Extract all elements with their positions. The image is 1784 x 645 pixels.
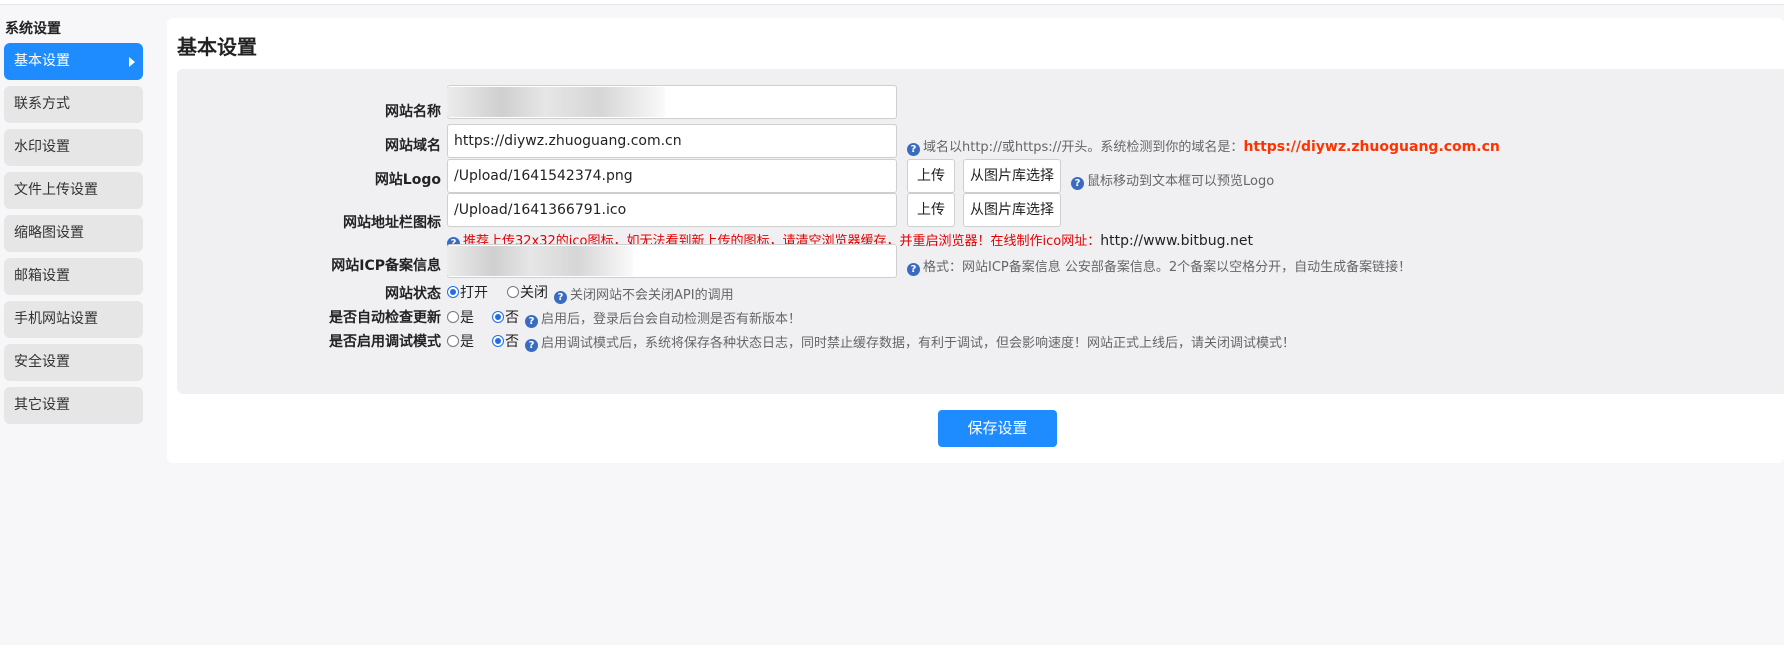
favicon-label: 网站地址栏图标: [343, 215, 441, 231]
sidebar-item-label: 缩略图设置: [14, 225, 84, 241]
page-title: 基本设置: [177, 35, 257, 59]
sidebar-item-label: 手机网站设置: [14, 311, 98, 327]
icp-label: 网站ICP备案信息: [331, 258, 441, 274]
help-icon: ?: [554, 291, 567, 304]
favicon-upload-button[interactable]: 上传: [907, 193, 955, 227]
site-logo-label: 网站Logo: [374, 172, 441, 188]
auto-update-label: 是否自动检查更新: [329, 310, 441, 326]
site-logo-hint: ? 鼠标移动到文本框可以预览Logo: [1071, 170, 1274, 190]
sidebar-item-label: 安全设置: [14, 354, 70, 370]
help-icon: ?: [1071, 177, 1084, 190]
site-logo-input[interactable]: [447, 159, 897, 193]
sidebar-item-watermark[interactable]: 水印设置: [4, 129, 143, 166]
logo-upload-button[interactable]: 上传: [907, 159, 955, 193]
sidebar-item-label: 水印设置: [14, 139, 70, 155]
status-closed-radio[interactable]: 关闭: [507, 282, 548, 302]
debug-mode-label: 是否启用调试模式: [329, 334, 441, 350]
radio-checked-icon: [492, 311, 504, 323]
site-domain-label: 网站域名: [385, 138, 441, 154]
main-panel: 基本设置 网站名称 网站域名 ?域名以http://或https://开头。系统…: [167, 18, 1784, 463]
settings-form: 网站名称 网站域名 ?域名以http://或https://开头。系统检测到你的…: [177, 69, 1784, 394]
help-icon: ?: [907, 143, 920, 156]
sidebar-item-label: 文件上传设置: [14, 182, 98, 198]
redacted-value: [447, 246, 633, 276]
detected-domain: https://diywz.zhuoguang.com.cn: [1243, 139, 1500, 155]
sidebar-item-security[interactable]: 安全设置: [4, 344, 143, 381]
site-domain-hint: ? 域名以http://或https://开头。系统检测到你的域名是：https:…: [907, 136, 1500, 156]
sidebar-item-basic[interactable]: 基本设置: [4, 43, 143, 80]
radio-unchecked-icon: [447, 311, 459, 323]
help-icon: ?: [907, 263, 920, 276]
help-icon: ?: [525, 339, 538, 352]
ico-maker-link[interactable]: http://www.bitbug.net: [1100, 233, 1253, 249]
sidebar-item-other[interactable]: 其它设置: [4, 387, 143, 424]
radio-checked-icon: [447, 286, 459, 298]
top-bar: [0, 0, 1784, 5]
logo-gallery-button[interactable]: 从图片库选择: [963, 159, 1061, 193]
site-name-label: 网站名称: [385, 104, 441, 120]
sidebar-item-email[interactable]: 邮箱设置: [4, 258, 143, 295]
radio-unchecked-icon: [447, 335, 459, 347]
sidebar-item-label: 其它设置: [14, 397, 70, 413]
sidebar-item-contact[interactable]: 联系方式: [4, 86, 143, 123]
save-settings-button[interactable]: 保存设置: [938, 410, 1057, 447]
sidebar-item-upload[interactable]: 文件上传设置: [4, 172, 143, 209]
radio-unchecked-icon: [507, 286, 519, 298]
auto-update-yes-radio[interactable]: 是: [447, 307, 474, 327]
favicon-input[interactable]: [447, 193, 897, 227]
sidebar-item-label: 联系方式: [14, 96, 70, 112]
sidebar-item-thumbnail[interactable]: 缩略图设置: [4, 215, 143, 252]
site-status-label: 网站状态: [385, 286, 441, 302]
site-status-hint: ? 关闭网站不会关闭API的调用: [554, 284, 734, 304]
sidebar-item-label: 邮箱设置: [14, 268, 70, 284]
auto-update-no-radio[interactable]: 否: [492, 307, 519, 327]
redacted-value: [447, 87, 665, 117]
chevron-right-icon: [129, 57, 135, 67]
help-icon: ?: [525, 315, 538, 328]
debug-yes-radio[interactable]: 是: [447, 331, 474, 351]
sidebar-title: 系统设置: [5, 21, 61, 37]
sidebar-item-mobile[interactable]: 手机网站设置: [4, 301, 143, 338]
debug-mode-hint: ? 启用调试模式后，系统将保存各种状态日志，同时禁止缓存数据，有利于调试，但会影响…: [525, 332, 1295, 352]
status-open-radio[interactable]: 打开: [447, 282, 488, 302]
debug-no-radio[interactable]: 否: [492, 331, 519, 351]
sidebar-item-label: 基本设置: [14, 53, 70, 69]
site-domain-input[interactable]: [447, 124, 897, 158]
icp-hint: ? 格式：网站ICP备案信息 公安部备案信息。2个备案以空格分开，自动生成备案链接…: [907, 256, 1411, 276]
auto-update-hint: ? 启用后，登录后台会自动检测是否有新版本！: [525, 308, 801, 328]
radio-checked-icon: [492, 335, 504, 347]
favicon-gallery-button[interactable]: 从图片库选择: [963, 193, 1061, 227]
